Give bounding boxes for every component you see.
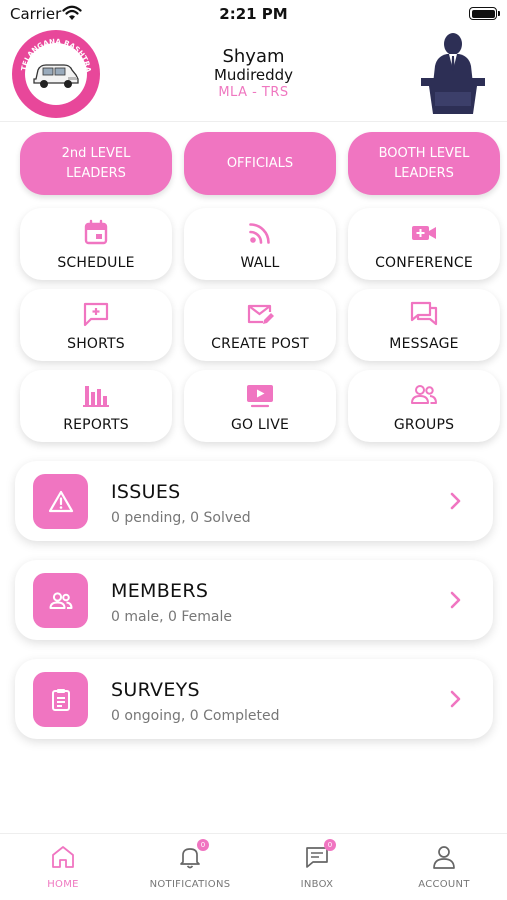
message-tile[interactable]: MESSAGE	[348, 289, 500, 361]
user-icon	[433, 846, 455, 869]
tile-label: GROUPS	[393, 417, 455, 433]
tile-label: REPORTS	[63, 417, 129, 433]
tile-label: MESSAGE	[389, 336, 459, 352]
tab-label: HOME	[47, 879, 79, 890]
card-subtitle: 0 ongoing, 0 Completed	[111, 708, 280, 724]
groups-icon	[411, 385, 437, 404]
tile-label: SHORTS	[67, 336, 125, 352]
chevron-right-icon	[450, 591, 461, 609]
chat-add-icon	[83, 302, 109, 327]
booth-level-leaders-button[interactable]: BOOTH LEVEL LEADERS	[348, 132, 500, 195]
card-title: SURVEYS	[111, 679, 200, 701]
calendar-icon	[84, 219, 108, 245]
tile-label: CONFERENCE	[375, 255, 473, 271]
bar-chart-icon	[83, 386, 109, 407]
app-screen: Carrier 2:21 PM TELANGANA RASHTRA SAMITH…	[0, 0, 507, 900]
schedule-tile[interactable]: SCHEDULE	[20, 208, 172, 280]
tab-inbox[interactable]: 0 INBOX	[254, 839, 380, 890]
card-subtitle: 0 pending, 0 Solved	[111, 510, 251, 526]
groups-tile[interactable]: GROUPS	[348, 370, 500, 442]
button-label-line2: LEADERS	[394, 165, 454, 181]
members-badge	[33, 573, 88, 628]
shorts-tile[interactable]: SHORTS	[20, 289, 172, 361]
chat-icon-wrap: 0	[304, 839, 336, 870]
people-icon	[49, 591, 72, 609]
surveys-card[interactable]: SURVEYS 0 ongoing, 0 Completed	[15, 659, 493, 739]
issues-badge	[33, 474, 88, 529]
home-icon	[52, 846, 74, 868]
tab-label: ACCOUNT	[418, 879, 470, 890]
clock: 2:21 PM	[219, 5, 288, 23]
button-label-line1: 2nd LEVEL	[61, 145, 131, 161]
tile-label: CREATE POST	[211, 336, 309, 352]
officials-button[interactable]: OFFICIALS	[184, 132, 336, 195]
second-level-leaders-button[interactable]: 2nd LEVEL LEADERS	[20, 132, 172, 195]
chevron-right-icon	[450, 690, 461, 708]
mail-edit-icon	[247, 304, 274, 324]
messages-icon	[410, 301, 438, 326]
button-label-line1: BOOTH LEVEL	[378, 145, 470, 161]
reports-tile[interactable]: REPORTS	[20, 370, 172, 442]
warning-icon	[48, 490, 73, 512]
clipboard-icon	[51, 688, 70, 711]
speaker-podium-icon[interactable]	[421, 32, 485, 116]
notifications-badge: 0	[197, 839, 209, 851]
bell-icon-wrap: 0	[177, 839, 209, 870]
button-label-line2: LEADERS	[66, 165, 126, 181]
card-title: MEMBERS	[111, 580, 209, 602]
video-add-icon	[412, 226, 436, 240]
tab-home[interactable]: HOME	[0, 844, 126, 890]
tile-label: SCHEDULE	[57, 255, 135, 271]
surveys-badge	[33, 672, 88, 727]
live-play-icon	[247, 385, 273, 408]
rss-icon	[249, 223, 270, 244]
card-title: ISSUES	[111, 481, 181, 503]
create-post-tile[interactable]: CREATE POST	[184, 289, 336, 361]
card-subtitle: 0 male, 0 Female	[111, 609, 232, 625]
wall-tile[interactable]: WALL	[184, 208, 336, 280]
chevron-right-icon	[450, 492, 461, 510]
tile-label: WALL	[240, 255, 280, 271]
go-live-tile[interactable]: GO LIVE	[184, 370, 336, 442]
conference-tile[interactable]: CONFERENCE	[348, 208, 500, 280]
bottom-tab-bar: HOME 0 NOTIFICATIONS 0 INBOX ACCOUNT	[0, 833, 507, 900]
tab-notifications[interactable]: 0 NOTIFICATIONS	[127, 839, 253, 890]
profile-header: TELANGANA RASHTRA SAMITHI Shyam Mudiredd…	[0, 30, 507, 122]
inbox-badge: 0	[324, 839, 336, 851]
issues-card[interactable]: ISSUES 0 pending, 0 Solved	[15, 461, 493, 541]
button-label-line1: OFFICIALS	[226, 155, 294, 171]
members-card[interactable]: MEMBERS 0 male, 0 Female	[15, 560, 493, 640]
tile-label: GO LIVE	[230, 417, 290, 433]
tab-label: INBOX	[300, 879, 334, 890]
tab-account[interactable]: ACCOUNT	[381, 844, 507, 890]
tab-label: NOTIFICATIONS	[149, 879, 231, 890]
battery-icon	[469, 7, 500, 20]
status-bar: Carrier 2:21 PM	[0, 0, 507, 30]
